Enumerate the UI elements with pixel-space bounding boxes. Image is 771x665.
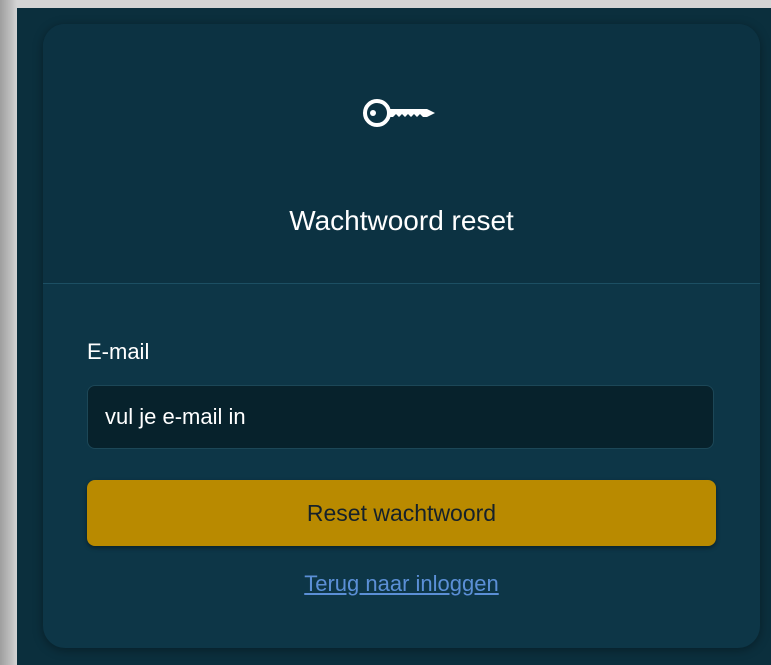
email-label: E-mail <box>87 339 150 364</box>
page-title: Wachtwoord reset <box>289 205 514 236</box>
email-input[interactable] <box>87 385 714 449</box>
back-to-login-link[interactable]: Terug naar inloggen <box>304 571 498 596</box>
back-to-login-container: Terug naar inloggen <box>43 570 760 598</box>
reset-password-button[interactable]: Reset wachtwoord <box>87 480 716 546</box>
key-icon <box>363 99 435 127</box>
card-header: Wachtwoord reset <box>43 24 760 284</box>
password-reset-card: Wachtwoord reset E-mail Reset wachtwoord… <box>43 24 760 648</box>
